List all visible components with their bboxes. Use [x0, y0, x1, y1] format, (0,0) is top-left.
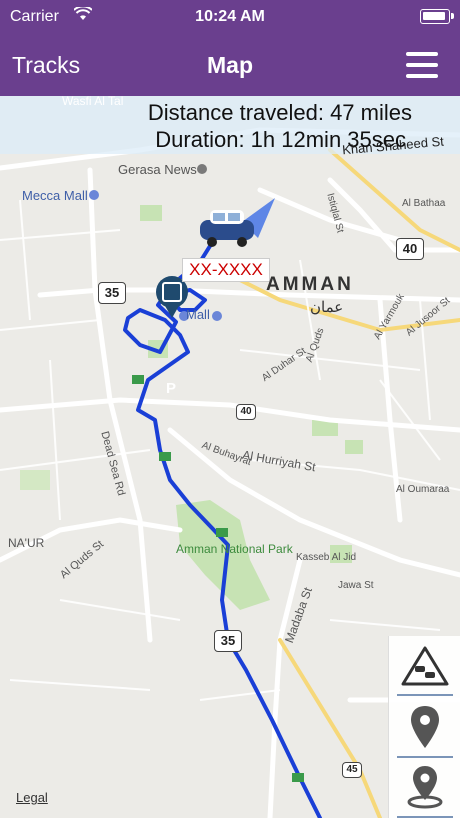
- map-street-label: Jawa St: [338, 580, 374, 591]
- map-place-label: NA'UR: [8, 536, 45, 550]
- traffic-toggle-button[interactable]: [389, 636, 460, 696]
- clock: 10:24 AM: [195, 8, 265, 25]
- map-city-label-arabic: عمان: [310, 299, 344, 316]
- road-number-shield: 40: [236, 404, 256, 420]
- map-street-label: Wasfi Al Tal: [62, 94, 124, 108]
- map-controls-panel: [388, 636, 460, 818]
- duration-label: Duration: 1h 12min 35sec: [155, 127, 406, 152]
- road-number-shield: 40: [396, 238, 424, 260]
- road-number-shield: 35: [214, 630, 242, 652]
- traffic-sign-icon: [401, 646, 449, 686]
- map-place-label: Mecca Mall: [22, 188, 88, 203]
- map-street-label: Al Bathaa: [402, 198, 446, 209]
- pin-location-button[interactable]: [389, 758, 460, 818]
- map-pin-icon: [411, 706, 439, 748]
- map-park-label: Amman National Park: [176, 542, 293, 556]
- parking-letter: P: [166, 380, 177, 397]
- vehicle-plate-label: XX-XXXX: [182, 258, 270, 282]
- status-bar: Carrier 10:24 AM: [0, 0, 460, 36]
- pin-button[interactable]: [389, 698, 460, 758]
- road-number-shield: 35: [98, 282, 126, 304]
- divider: [397, 694, 453, 696]
- trip-info-banner: Wasfi Al Tal Khan Shaheed St Distance tr…: [0, 94, 460, 157]
- navigation-bar: Tracks Map: [0, 36, 460, 96]
- pin-location-icon: [407, 766, 443, 809]
- map-place-label: Mall: [186, 307, 210, 322]
- distance-traveled-label: Distance traveled: 47 miles: [147, 100, 412, 125]
- battery-icon: [420, 9, 454, 24]
- legal-link[interactable]: Legal: [16, 790, 48, 805]
- tracks-back-button[interactable]: Tracks: [12, 52, 80, 79]
- hamburger-menu-icon[interactable]: [406, 52, 438, 78]
- map-street-label: Kasseb Al Jid: [296, 552, 357, 563]
- map-street-label: Al Oumaraa: [396, 484, 450, 495]
- map-city-label: Amman: [266, 274, 354, 295]
- road-number-shield: 45: [342, 762, 362, 778]
- map-place-label: Gerasa News: [118, 162, 197, 177]
